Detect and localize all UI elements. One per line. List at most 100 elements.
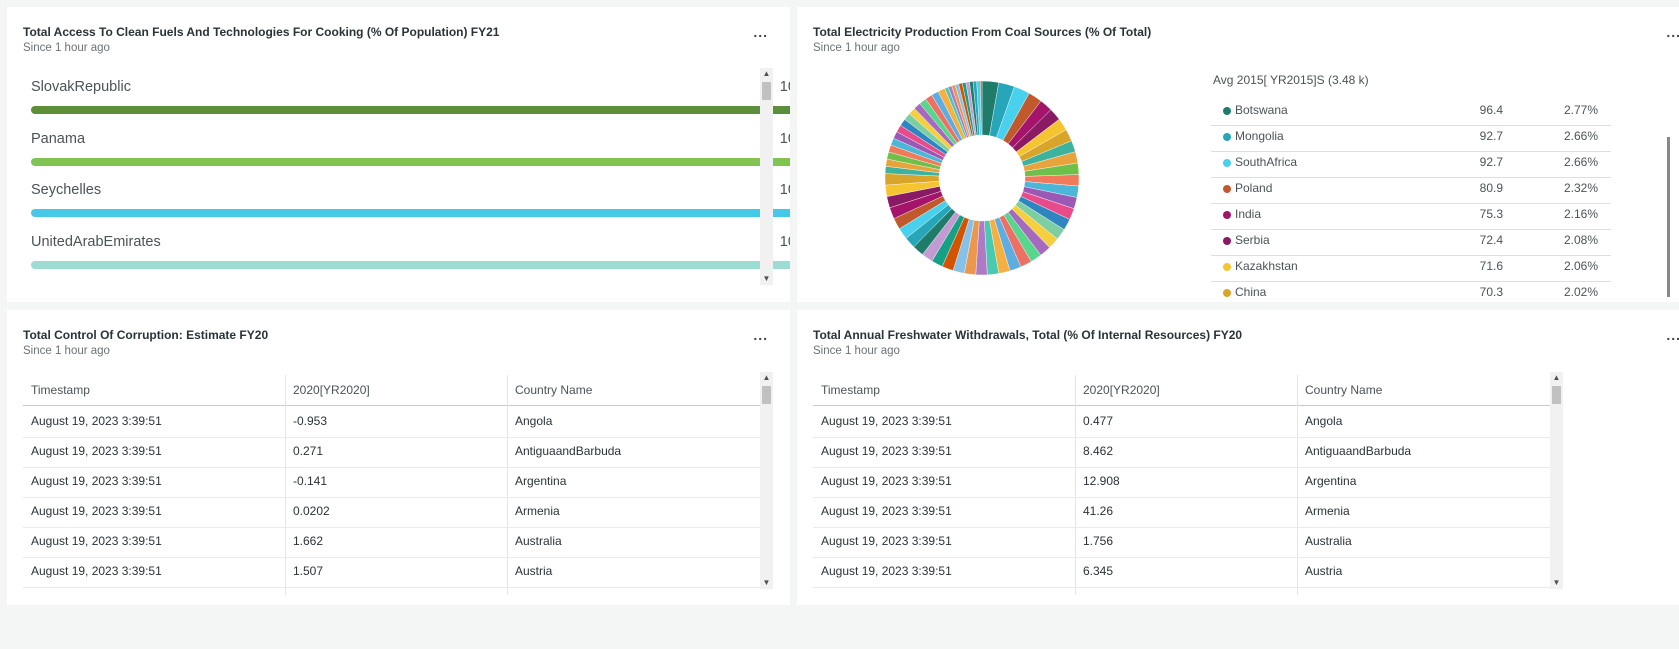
table-cell: 1.507: [293, 564, 324, 578]
legend-name: Serbia: [1235, 233, 1270, 247]
table-cell: August 19, 2023 3:39:51: [821, 414, 952, 428]
scrollbar-thumb[interactable]: [762, 386, 771, 404]
legend-dot-icon: [1223, 237, 1231, 245]
legend-dot-icon: [1223, 211, 1231, 219]
bar-item: UnitedArabEmirates 100: [31, 234, 790, 274]
table-cell: Austria: [1305, 564, 1343, 578]
card-title: Total Access To Clean Fuels And Technolo…: [23, 25, 500, 39]
bar-item: Panama 100: [31, 131, 790, 171]
table-row: August 19, 2023 3:39:51 8.462 AntiguaandBa…: [813, 436, 1550, 468]
legend-value: 71.6: [1479, 259, 1503, 273]
scroll-up-arrow-icon[interactable]: ▲: [760, 68, 773, 80]
legend-name: India: [1235, 207, 1262, 221]
legend-value: 92.7: [1479, 129, 1503, 143]
bar-value: 100: [779, 130, 790, 147]
scroll-down-arrow-icon[interactable]: ▼: [1550, 577, 1563, 589]
scroll-up-arrow-icon[interactable]: ▲: [1550, 372, 1563, 384]
bar-fill: [31, 106, 790, 114]
table-cell: Argentina: [515, 474, 567, 488]
table-cell: Armenia: [1305, 504, 1350, 518]
legend-value: 75.3: [1479, 207, 1503, 221]
legend-percent: 2.16%: [1563, 207, 1598, 221]
legend-item[interactable]: India 75.3 2.16%: [1211, 201, 1611, 230]
billboard-list: SlovakRepublic100Panama100Seychelles100U…: [31, 79, 790, 302]
column-header[interactable]: Country Name: [507, 375, 760, 405]
table-cell: 0.0202: [293, 504, 330, 518]
column-header[interactable]: Timestamp: [23, 375, 285, 405]
table-row: August 19, 2023 3:39:51 -0.953 Angola: [23, 406, 760, 438]
legend-item[interactable]: Mongolia 92.7 2.66%: [1211, 123, 1611, 152]
table-cell: August 19, 2023 3:39:51: [31, 504, 162, 518]
legend-header: Avg 2015[ YR2015]S (3.48 k): [1213, 73, 1369, 87]
bar-item: SlovakRepublic 100: [31, 79, 790, 119]
coal-electricity-card: Total Electricity Production From Coal S…: [797, 7, 1679, 302]
table-row: August 19, 2023 3:39:51 0.477 Angola: [813, 406, 1550, 438]
legend-item[interactable]: Kazakhstan 71.6 2.06%: [1211, 253, 1611, 282]
data-table: Timestamp 2020[YR2020] Country Name August …: [813, 375, 1550, 595]
legend-item[interactable]: Serbia 72.4 2.08%: [1211, 227, 1611, 256]
table-header-row: Timestamp 2020[YR2020] Country Name: [813, 375, 1550, 406]
column-header[interactable]: Country Name: [1297, 375, 1550, 405]
card-menu-button[interactable]: ...: [1666, 25, 1679, 39]
table-cell: -0.141: [293, 474, 328, 488]
table-cell: AntiguaandBarbuda: [515, 444, 622, 458]
table-cell: August 19, 2023 3:39:51: [31, 534, 162, 548]
table-cell: August 19, 2023 3:39:51: [821, 564, 952, 578]
legend-name: Botswana: [1235, 103, 1288, 117]
legend-dot-icon: [1223, 107, 1231, 115]
table-row: August 19, 2023 3:39:51 0.271 AntiguaandBa…: [23, 436, 760, 468]
card-subtitle: Since 1 hour ago: [23, 345, 110, 357]
scrollbar-thumb[interactable]: [762, 82, 771, 100]
card-menu-button[interactable]: ...: [753, 25, 768, 39]
scrollbar-thumb[interactable]: [1552, 386, 1561, 404]
table-row: August 19, 2023 3:39:51 -0.141 Argentina: [23, 466, 760, 498]
legend-scrollbar[interactable]: [1667, 137, 1670, 297]
table-cell: August 19, 2023 3:39:51: [821, 504, 952, 518]
legend-percent: 2.06%: [1563, 259, 1598, 273]
column-header[interactable]: 2020[YR2020]: [1075, 375, 1297, 405]
legend-dot-icon: [1223, 289, 1231, 297]
table-cell: August 19, 2023 3:39:51: [821, 444, 952, 458]
legend-name: Mongolia: [1235, 129, 1284, 143]
scroll-down-arrow-icon[interactable]: ▼: [760, 577, 773, 589]
legend-percent: 2.08%: [1563, 233, 1598, 247]
legend-value: 72.4: [1479, 233, 1503, 247]
card-subtitle: Since 1 hour ago: [813, 42, 900, 54]
bar-value: 100: [779, 79, 790, 95]
vertical-scrollbar[interactable]: ▲ ▼: [1550, 372, 1563, 589]
table-cell: -0.953: [293, 414, 328, 428]
table-row: August 19, 2023 3:39:51 12.908 Argentina: [813, 466, 1550, 498]
legend-value: 80.9: [1479, 181, 1503, 195]
legend-name: SouthAfrica: [1235, 155, 1298, 169]
legend-item[interactable]: Botswana 96.4 2.77%: [1211, 97, 1611, 126]
column-header[interactable]: 2020[YR2020]: [285, 375, 507, 405]
scroll-up-arrow-icon[interactable]: ▲: [760, 372, 773, 384]
table-cell: Argentina: [1305, 474, 1357, 488]
legend-item[interactable]: China 70.3 2.02%: [1211, 279, 1611, 302]
data-table: Timestamp 2020[YR2020] Country Name August …: [23, 375, 760, 595]
legend-name: Kazakhstan: [1235, 259, 1298, 273]
card-title: Total Control Of Corruption: Estimate FY…: [23, 328, 269, 342]
card-title: Total Annual Freshwater Withdrawals, Tot…: [813, 328, 1243, 342]
legend-item[interactable]: SouthAfrica 92.7 2.66%: [1211, 149, 1611, 178]
scroll-down-arrow-icon[interactable]: ▼: [760, 273, 773, 285]
table-row: August 19, 2023 3:39:51 0.0202 Armenia: [23, 496, 760, 528]
legend-item[interactable]: Poland 80.9 2.32%: [1211, 175, 1611, 204]
legend-percent: 2.66%: [1563, 129, 1598, 143]
table-cell: 6.345: [1083, 564, 1114, 578]
table-cell: Angola: [515, 414, 553, 428]
card-menu-button[interactable]: ...: [1666, 328, 1679, 342]
table-cell: Armenia: [515, 504, 560, 518]
card-menu-button[interactable]: ...: [753, 328, 768, 342]
vertical-scrollbar[interactable]: ▲ ▼: [760, 372, 773, 589]
table-row: August 19, 2023 3:39:51 1.507 Austria: [23, 556, 760, 588]
table-row: August 19, 2023 3:39:51 1.756 Australia: [813, 526, 1550, 558]
bar-fill: [31, 157, 790, 166]
table-cell: 0.477: [1083, 414, 1114, 428]
vertical-scrollbar[interactable]: ▲ ▼: [760, 68, 773, 285]
table-cell: AntiguaandBarbuda: [1305, 444, 1412, 458]
card-subtitle: Since 1 hour ago: [813, 345, 900, 357]
column-header[interactable]: Timestamp: [813, 375, 1075, 405]
bar-fill: [31, 260, 790, 269]
legend-dot-icon: [1223, 159, 1231, 167]
